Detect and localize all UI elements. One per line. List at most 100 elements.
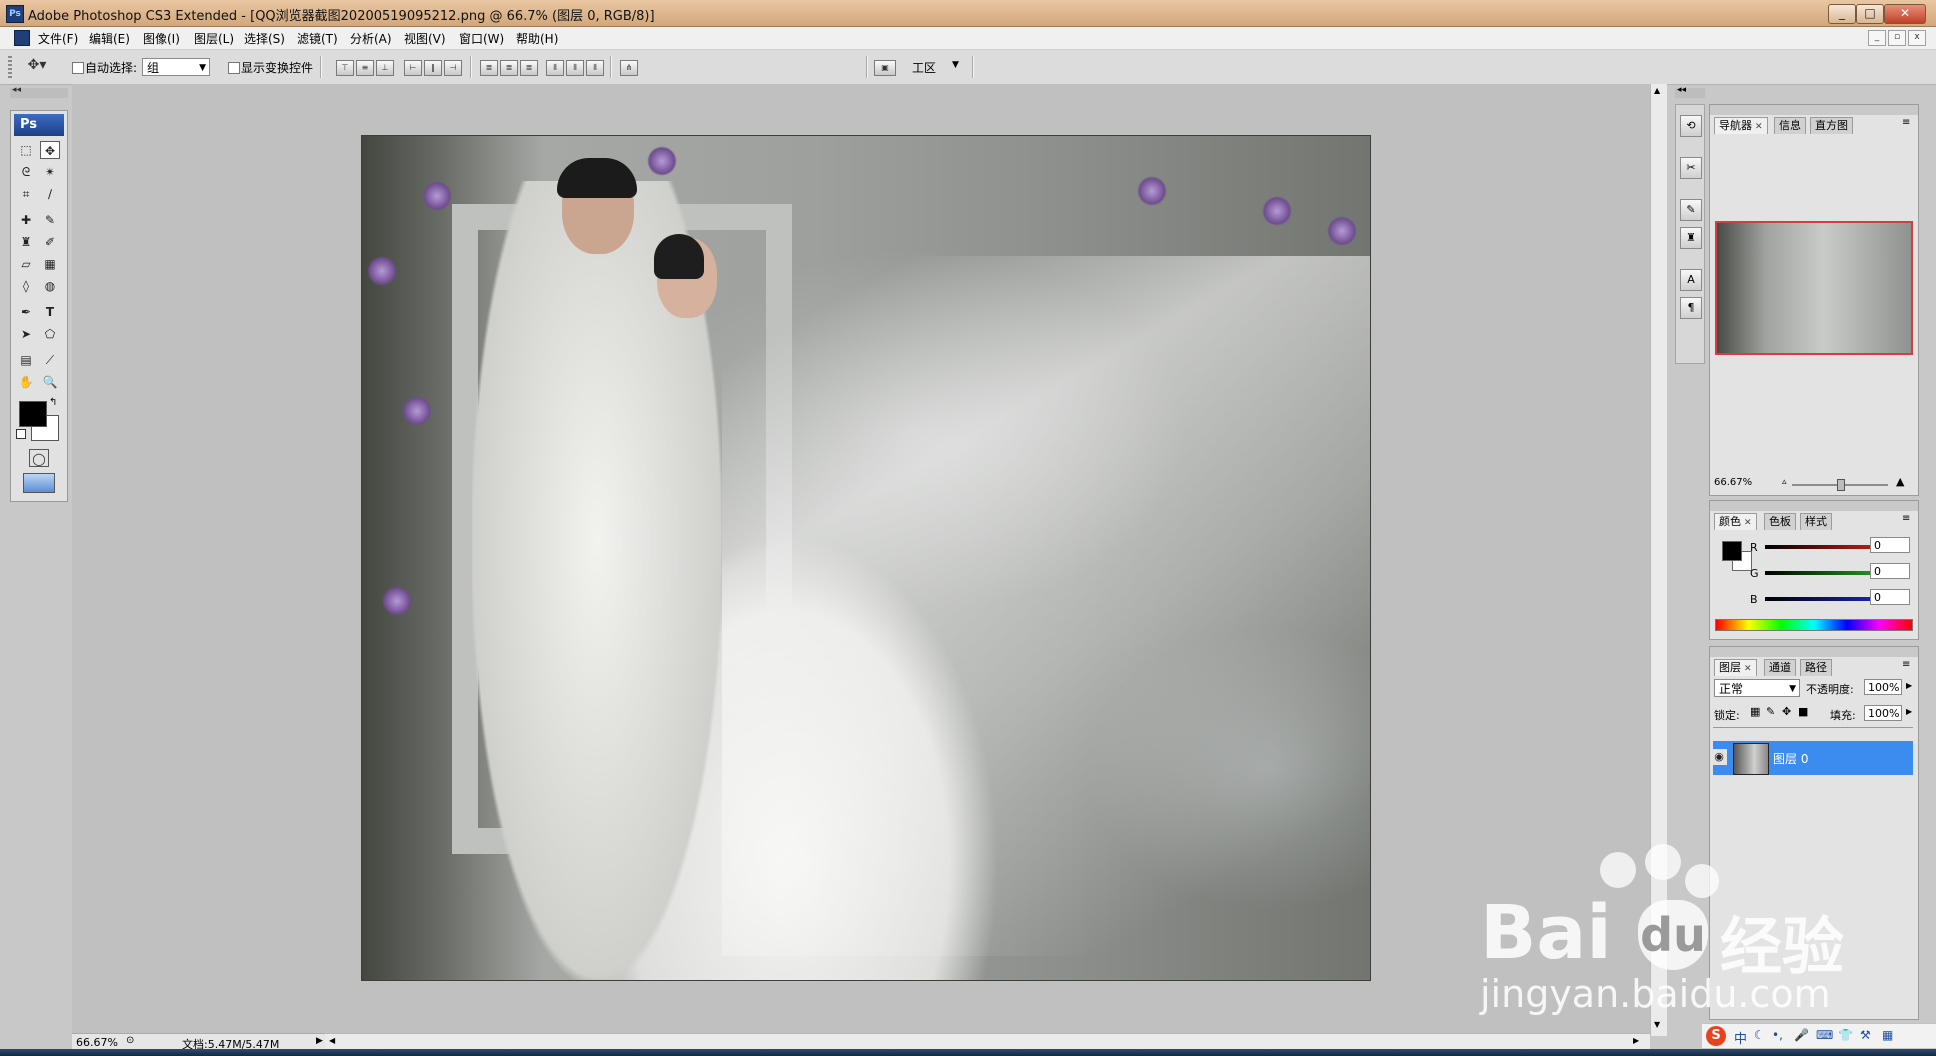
tab-color[interactable]: 颜色 ✕: [1714, 513, 1757, 530]
eraser-tool-icon[interactable]: ▱: [16, 255, 36, 273]
tab-info[interactable]: 信息: [1774, 117, 1806, 134]
move-tool-icon[interactable]: ✥: [40, 141, 60, 159]
menu-select[interactable]: 选择(S): [244, 30, 285, 47]
slice-tool-icon[interactable]: ∕: [40, 185, 60, 203]
menu-edit[interactable]: 编辑(E): [89, 30, 130, 47]
show-transform-checkbox[interactable]: [228, 62, 240, 74]
zoom-slider-thumb[interactable]: [1837, 479, 1845, 491]
lock-pixels-icon[interactable]: ✎: [1766, 705, 1775, 718]
workspace-menu[interactable]: 工区: [912, 59, 936, 76]
foreground-color-swatch[interactable]: [19, 401, 47, 427]
zoom-in-icon[interactable]: ▲: [1896, 475, 1904, 488]
color-spectrum-ramp[interactable]: [1715, 619, 1913, 631]
menu-view[interactable]: 视图(V): [404, 30, 446, 47]
close-icon[interactable]: ✕: [1755, 122, 1763, 132]
align-vcenter-icon[interactable]: ≡: [356, 60, 374, 76]
dodge-tool-icon[interactable]: ◍: [40, 277, 60, 295]
document-canvas[interactable]: [361, 135, 1371, 981]
menu-help[interactable]: 帮助(H): [516, 30, 558, 47]
align-left-icon[interactable]: ⊢: [404, 60, 422, 76]
healing-brush-tool-icon[interactable]: ✚: [16, 211, 36, 229]
path-selection-tool-icon[interactable]: ➤: [16, 325, 36, 343]
crop-tool-icon[interactable]: ⌗: [16, 185, 36, 203]
horizontal-scrollbar[interactable]: ◀ ▶: [325, 1033, 1650, 1050]
distribute-bottom-icon[interactable]: ≣: [520, 60, 538, 76]
scroll-up-icon[interactable]: ▲: [1654, 86, 1660, 95]
tool-presets-icon[interactable]: ✂: [1680, 157, 1702, 179]
foreground-color-chip[interactable]: [1722, 541, 1742, 561]
close-icon[interactable]: ✕: [1744, 664, 1752, 674]
character-panel-icon[interactable]: A: [1680, 269, 1702, 291]
blend-mode-dropdown[interactable]: 正常 ▼: [1714, 679, 1800, 697]
opacity-arrow-icon[interactable]: ▶: [1906, 681, 1912, 690]
fill-arrow-icon[interactable]: ▶: [1906, 707, 1912, 716]
channel-b-input[interactable]: 0: [1870, 589, 1910, 605]
menu-window[interactable]: 窗口(W): [459, 30, 504, 47]
align-top-icon[interactable]: ⊤: [336, 60, 354, 76]
panel-menu-icon[interactable]: ≡: [1902, 117, 1910, 128]
distribute-top-icon[interactable]: ≣: [480, 60, 498, 76]
doc-restore-button[interactable]: ▫: [1888, 30, 1906, 46]
menu-image[interactable]: 图像(I): [143, 30, 180, 47]
paragraph-panel-icon[interactable]: ¶: [1680, 297, 1702, 319]
tab-channels[interactable]: 通道: [1764, 659, 1796, 676]
collapse-icon[interactable]: ◂◂: [12, 85, 21, 95]
lasso-tool-icon[interactable]: ᘓ: [16, 163, 36, 181]
distribute-hcenter-icon[interactable]: ⫴: [566, 60, 584, 76]
clone-stamp-tool-icon[interactable]: ♜: [16, 233, 36, 251]
tab-navigator[interactable]: 导航器 ✕: [1714, 117, 1768, 134]
channel-g-input[interactable]: 0: [1870, 563, 1910, 579]
dock-header[interactable]: ◂◂: [1675, 85, 1705, 98]
ime-mode[interactable]: 中: [1734, 1028, 1747, 1047]
auto-align-icon[interactable]: ⋔: [620, 60, 638, 76]
swap-colors-icon[interactable]: ↰: [49, 397, 57, 408]
scroll-down-icon[interactable]: ▼: [1654, 1020, 1660, 1029]
distribute-left-icon[interactable]: ⫴: [546, 60, 564, 76]
microphone-icon[interactable]: 🎤: [1794, 1028, 1809, 1042]
magic-wand-tool-icon[interactable]: ✴: [40, 163, 60, 181]
status-menu-arrow-icon[interactable]: ▶: [316, 1036, 323, 1046]
opacity-input[interactable]: 100%: [1864, 679, 1902, 695]
panel-menu-icon[interactable]: ≡: [1902, 659, 1910, 670]
doc-close-button[interactable]: x: [1908, 30, 1926, 46]
menu-analysis[interactable]: 分析(A): [350, 30, 392, 47]
preview-icon[interactable]: ⊙: [126, 1035, 134, 1046]
tab-paths[interactable]: 路径: [1800, 659, 1832, 676]
toolbox-icon[interactable]: ⚒: [1860, 1028, 1871, 1042]
close-button[interactable]: ✕: [1884, 4, 1926, 24]
lock-transparency-icon[interactable]: ▦: [1750, 705, 1760, 718]
eyedropper-tool-icon[interactable]: ⟋: [40, 351, 60, 369]
align-right-icon[interactable]: ⊣: [444, 60, 462, 76]
grid-icon[interactable]: ▦: [1882, 1028, 1893, 1042]
maximize-button[interactable]: □: [1856, 4, 1884, 24]
expand-icon[interactable]: ◂◂: [1677, 85, 1686, 95]
notes-tool-icon[interactable]: ▤: [16, 351, 36, 369]
lock-position-icon[interactable]: ✥: [1782, 705, 1791, 718]
brushes-panel-icon[interactable]: ✎: [1680, 199, 1702, 221]
panel-grip[interactable]: [1710, 105, 1918, 115]
tab-layers[interactable]: 图层 ✕: [1714, 659, 1757, 676]
distribute-right-icon[interactable]: ⫴: [586, 60, 604, 76]
scroll-right-icon[interactable]: ▶: [1633, 1036, 1639, 1045]
minimize-button[interactable]: _: [1828, 4, 1856, 24]
panel-menu-icon[interactable]: ≡: [1902, 513, 1910, 524]
tab-swatches[interactable]: 色板: [1764, 513, 1796, 530]
layer-row[interactable]: ◉ 图层 0: [1711, 741, 1913, 775]
zoom-readout[interactable]: 66.67%: [76, 1036, 118, 1049]
type-tool-icon[interactable]: T: [40, 303, 60, 321]
panel-grip[interactable]: [1710, 647, 1918, 657]
brush-tool-icon[interactable]: ✎: [40, 211, 60, 229]
visibility-eye-icon[interactable]: ◉: [1711, 749, 1727, 765]
fill-input[interactable]: 100%: [1864, 705, 1902, 721]
keyboard-icon[interactable]: ⌨: [1816, 1028, 1833, 1042]
lock-all-icon[interactable]: ■: [1798, 705, 1808, 718]
gradient-tool-icon[interactable]: ▦: [40, 255, 60, 273]
align-hcenter-icon[interactable]: ‖: [424, 60, 442, 76]
align-bottom-icon[interactable]: ⊥: [376, 60, 394, 76]
punctuation-icon[interactable]: •,: [1772, 1028, 1783, 1042]
windows-taskbar[interactable]: [0, 1049, 1936, 1056]
scroll-left-icon[interactable]: ◀: [329, 1036, 335, 1045]
ps-brand-badge[interactable]: Ps: [14, 114, 64, 136]
distribute-vcenter-icon[interactable]: ≣: [500, 60, 518, 76]
document-icon[interactable]: [14, 30, 30, 46]
